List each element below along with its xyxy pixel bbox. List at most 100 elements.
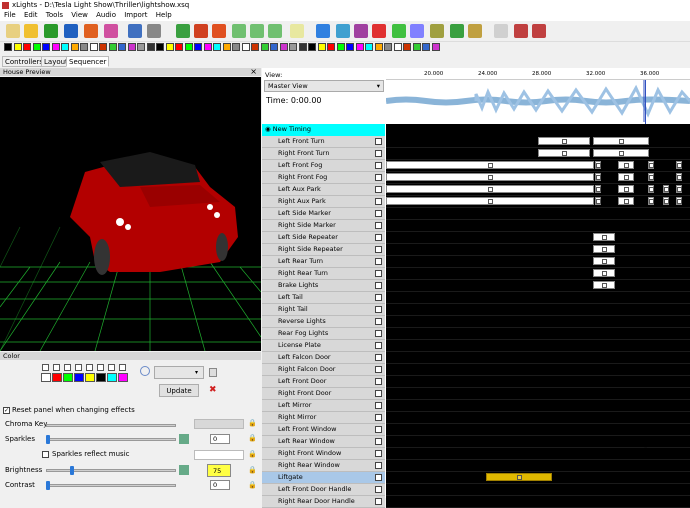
effect-block[interactable] bbox=[386, 161, 594, 169]
effect-block[interactable] bbox=[386, 173, 594, 181]
effect-tool-icon[interactable] bbox=[260, 43, 269, 51]
effect-tool-icon[interactable] bbox=[137, 43, 145, 51]
effect-block[interactable] bbox=[593, 269, 615, 277]
lock-icon[interactable]: 🔒 bbox=[248, 450, 257, 458]
model-row-grid[interactable] bbox=[386, 208, 690, 220]
effect-tool-icon[interactable] bbox=[412, 43, 421, 51]
lock-icon[interactable]: 🔒 bbox=[248, 481, 257, 489]
effect-tool-icon[interactable] bbox=[384, 43, 392, 51]
palette-swatch[interactable] bbox=[107, 373, 117, 382]
row-checkbox[interactable] bbox=[375, 450, 382, 457]
save-palette-icon[interactable] bbox=[209, 368, 217, 377]
save-icon[interactable] bbox=[64, 24, 78, 38]
model-row-grid[interactable] bbox=[386, 472, 690, 484]
check-icon[interactable] bbox=[450, 24, 464, 38]
effect-tool-icon[interactable] bbox=[51, 43, 60, 51]
model-row-grid[interactable] bbox=[386, 184, 690, 196]
value-curve-icon[interactable] bbox=[179, 465, 189, 475]
effect-block[interactable] bbox=[663, 185, 669, 193]
effect-tool-icon[interactable] bbox=[308, 43, 316, 51]
effect-tool-icon[interactable] bbox=[203, 43, 212, 51]
row-checkbox[interactable] bbox=[375, 210, 382, 217]
row-checkbox[interactable] bbox=[375, 186, 382, 193]
row-checkbox[interactable] bbox=[375, 414, 382, 421]
menu-tools[interactable]: Tools bbox=[46, 10, 63, 21]
effect-tool-icon[interactable] bbox=[156, 43, 164, 51]
effect-tool-icon[interactable] bbox=[194, 43, 202, 51]
effect-block[interactable] bbox=[595, 173, 601, 181]
effect-block[interactable] bbox=[593, 257, 615, 265]
effect-tool-icon[interactable] bbox=[346, 43, 354, 51]
row-checkbox[interactable] bbox=[375, 378, 382, 385]
effect-tool-icon[interactable] bbox=[374, 43, 383, 51]
palette-checkbox[interactable] bbox=[108, 364, 115, 371]
effect-block[interactable] bbox=[593, 233, 615, 241]
model-row-label[interactable]: Left Rear Window bbox=[262, 436, 385, 448]
forward-icon[interactable] bbox=[250, 24, 264, 38]
model-row-grid[interactable] bbox=[386, 304, 690, 316]
effect-tool-icon[interactable] bbox=[241, 43, 250, 51]
menu-import[interactable]: Import bbox=[124, 10, 147, 21]
palette-swatch[interactable] bbox=[41, 373, 51, 382]
effect-tool-icon[interactable] bbox=[118, 43, 126, 51]
menu-edit[interactable]: Edit bbox=[24, 10, 38, 21]
brightness-slider[interactable] bbox=[46, 469, 176, 472]
palette-swatch[interactable] bbox=[85, 373, 95, 382]
palette-checkbox[interactable] bbox=[42, 364, 49, 371]
row-checkbox[interactable] bbox=[375, 282, 382, 289]
effect-tool-icon[interactable] bbox=[298, 43, 307, 51]
model-row-label[interactable]: Right Side Repeater bbox=[262, 244, 385, 256]
effect-tool-icon[interactable] bbox=[355, 43, 364, 51]
row-checkbox[interactable] bbox=[375, 270, 382, 277]
effect-tool-icon[interactable] bbox=[108, 43, 117, 51]
sparkles-color-picker[interactable] bbox=[194, 450, 244, 460]
model-row-grid[interactable] bbox=[386, 220, 690, 232]
model-row-grid[interactable] bbox=[386, 232, 690, 244]
contrast-slider[interactable] bbox=[46, 484, 176, 487]
palette-icon[interactable] bbox=[104, 24, 118, 38]
model-row-label[interactable]: Right Front Turn bbox=[262, 148, 385, 160]
effect-tool-icon[interactable] bbox=[336, 43, 345, 51]
menu-view[interactable]: View bbox=[71, 10, 88, 21]
row-checkbox[interactable] bbox=[375, 198, 382, 205]
liftgate-effect-block[interactable] bbox=[486, 473, 552, 481]
effect-block[interactable] bbox=[676, 161, 682, 169]
effect-tool-icon[interactable] bbox=[165, 43, 174, 51]
tree-icon[interactable] bbox=[392, 24, 406, 38]
model-row-label[interactable]: Left Aux Park bbox=[262, 184, 385, 196]
effect-tool-icon[interactable] bbox=[99, 43, 107, 51]
effect-tool-icon[interactable] bbox=[365, 43, 373, 51]
effect-tool-icon[interactable] bbox=[431, 43, 440, 51]
lock-icon[interactable]: 🔒 bbox=[248, 419, 257, 427]
menu-help[interactable]: Help bbox=[156, 10, 172, 21]
effect-tool-icon[interactable] bbox=[89, 43, 98, 51]
model-row-label[interactable]: Left Side Marker bbox=[262, 208, 385, 220]
value-curve-icon[interactable] bbox=[179, 434, 189, 444]
model-row-label[interactable]: Liftgate bbox=[262, 472, 385, 484]
tab-sequencer[interactable]: Sequencer bbox=[66, 56, 110, 67]
loop-icon[interactable] bbox=[268, 24, 282, 38]
settings-gear-icon[interactable] bbox=[316, 24, 330, 38]
model-row-grid[interactable] bbox=[386, 196, 690, 208]
model-row-label[interactable]: Right Front Window bbox=[262, 448, 385, 460]
tab-controllers[interactable]: Controllers bbox=[2, 56, 47, 67]
row-checkbox[interactable] bbox=[375, 234, 382, 241]
model-row-label[interactable]: Left Front Door bbox=[262, 376, 385, 388]
palette-checkbox[interactable] bbox=[53, 364, 60, 371]
model-row-label[interactable]: Left Side Repeater bbox=[262, 232, 385, 244]
effect-tool-icon[interactable] bbox=[146, 43, 155, 51]
effect-block[interactable] bbox=[595, 197, 601, 205]
row-checkbox[interactable] bbox=[375, 246, 382, 253]
palette-swatch[interactable] bbox=[74, 373, 84, 382]
effect-block[interactable] bbox=[595, 161, 601, 169]
effect-block[interactable] bbox=[618, 197, 634, 205]
model-row-label[interactable]: Right Rear Turn bbox=[262, 268, 385, 280]
palette-checkbox[interactable] bbox=[75, 364, 82, 371]
color-wheel-icon[interactable] bbox=[140, 366, 150, 376]
effect-tool-icon[interactable] bbox=[32, 43, 41, 51]
row-checkbox[interactable] bbox=[375, 318, 382, 325]
model-row-label[interactable]: Right Tail bbox=[262, 304, 385, 316]
close-icon[interactable]: × bbox=[250, 67, 257, 76]
palette-swatch[interactable] bbox=[63, 373, 73, 382]
row-checkbox[interactable] bbox=[375, 258, 382, 265]
